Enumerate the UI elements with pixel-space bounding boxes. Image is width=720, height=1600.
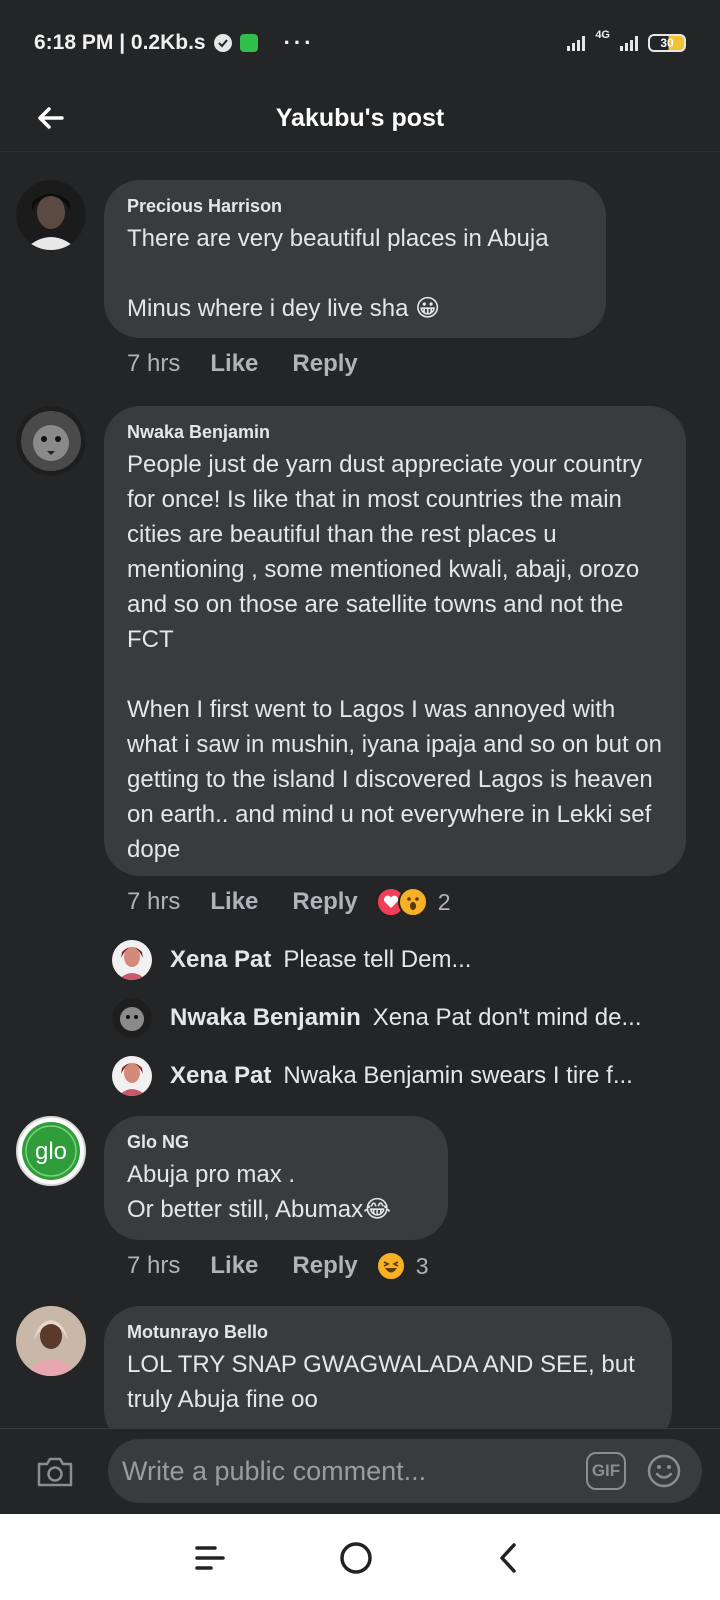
status-bar: 6:18 PM | 0.2Kb.s ··· 4G 30 <box>0 0 720 86</box>
reply-button[interactable]: Reply <box>292 1252 357 1280</box>
comment-input[interactable] <box>122 1455 552 1487</box>
reply-button[interactable]: Reply <box>292 888 357 916</box>
comment-input-container[interactable]: GIF <box>108 1439 702 1503</box>
like-button[interactable]: Like <box>210 888 258 916</box>
glo-logo: glo <box>22 1122 80 1180</box>
comment-text: LOL TRY SNAP GWAGWALADA AND SEE, but tru… <box>127 1351 635 1413</box>
reply-item[interactable]: Xena Pat Please tell Dem... <box>112 940 471 980</box>
reply-text: Nwaka Benjamin swears I tire f... <box>283 1062 633 1089</box>
glo-logo-text: glo <box>35 1138 67 1165</box>
comment-text: Abuja pro max . Or better still, Abumax😂 <box>127 1161 392 1223</box>
status-left: 6:18 PM | 0.2Kb.s ··· <box>34 30 315 56</box>
reaction-count: 2 <box>437 888 451 915</box>
battery-icon: 30 <box>648 34 686 52</box>
avatar[interactable] <box>16 1306 86 1376</box>
avatar[interactable] <box>112 940 152 980</box>
reaction-count: 3 <box>415 1252 429 1279</box>
wow-reaction-icon <box>397 887 428 917</box>
commenter-name[interactable]: Glo NG <box>127 1132 426 1153</box>
comment-actions: 7 hrs Like Reply <box>127 350 376 378</box>
recents-button[interactable] <box>188 1536 232 1580</box>
comment-time[interactable]: 7 hrs <box>127 1252 180 1280</box>
comment-text: People just de yarn dust appreciate your… <box>127 451 662 863</box>
reactions-summary[interactable]: 3 <box>375 1251 429 1281</box>
network-type: 4G <box>595 29 610 41</box>
signal-icon <box>567 35 586 51</box>
status-right: 4G 30 <box>567 30 686 52</box>
haha-reaction-icon <box>375 1251 406 1281</box>
avatar[interactable] <box>112 998 152 1038</box>
back-arrow-icon <box>38 107 64 129</box>
battery-level: 30 <box>660 36 674 50</box>
avatar[interactable] <box>112 1056 152 1096</box>
comment-time[interactable]: 7 hrs <box>127 888 180 916</box>
comment-bubble[interactable]: Glo NG Abuja pro max . Or better still, … <box>104 1116 448 1240</box>
reply-author[interactable]: Xena Pat <box>170 946 271 974</box>
back-nav-button[interactable] <box>486 1536 530 1580</box>
reply-item[interactable]: Xena Pat Nwaka Benjamin swears I tire f.… <box>112 1056 633 1096</box>
comment-time[interactable]: 7 hrs <box>127 350 180 378</box>
emoji-icon[interactable] <box>646 1453 682 1489</box>
reply-item[interactable]: Nwaka Benjamin Xena Pat don't mind de... <box>112 998 642 1038</box>
comment-bubble[interactable]: Nwaka Benjamin People just de yarn dust … <box>104 406 686 876</box>
reply-text: Xena Pat don't mind de... <box>372 1004 642 1031</box>
avatar[interactable]: glo <box>16 1116 86 1186</box>
reply-text: Please tell Dem... <box>283 946 472 973</box>
comment-bubble[interactable]: Motunrayo Bello LOL TRY SNAP GWAGWALADA … <box>104 1306 672 1428</box>
back-button[interactable] <box>28 96 72 140</box>
comment-actions: 7 hrs Like Reply 3 <box>127 1251 429 1281</box>
verified-icon <box>213 34 232 52</box>
like-button[interactable]: Like <box>210 1252 258 1280</box>
comment-composer: GIF <box>0 1428 720 1514</box>
comments-feed[interactable]: Precious Harrison There are very beautif… <box>0 152 720 1428</box>
commenter-name[interactable]: Motunrayo Bello <box>127 1322 650 1343</box>
home-circle-icon <box>340 1542 372 1574</box>
avatar[interactable] <box>16 180 86 250</box>
app-notification-icon <box>239 34 258 52</box>
comment-text: There are very beautiful places in Abuja… <box>127 225 549 322</box>
camera-button[interactable] <box>34 1451 76 1493</box>
commenter-name[interactable]: Nwaka Benjamin <box>127 422 664 443</box>
reply-button[interactable]: Reply <box>292 350 357 378</box>
reply-author[interactable]: Nwaka Benjamin <box>170 1004 361 1032</box>
signal-icon-2 <box>620 35 638 51</box>
status-time: 6:18 PM | 0.2Kb.s <box>34 31 206 54</box>
system-nav-bar <box>0 1514 720 1600</box>
commenter-name[interactable]: Precious Harrison <box>127 196 584 217</box>
home-button[interactable] <box>334 1536 378 1580</box>
comment-bubble[interactable]: Precious Harrison There are very beautif… <box>104 180 606 338</box>
reactions-summary[interactable]: 2 <box>375 887 451 917</box>
reply-author[interactable]: Xena Pat <box>170 1062 271 1090</box>
page-title: Yakubu's post <box>275 104 445 132</box>
like-button[interactable]: Like <box>210 350 258 378</box>
header: Yakubu's post <box>0 86 720 152</box>
more-notifications-icon: ··· <box>283 30 315 55</box>
menu-icon <box>195 1546 225 1570</box>
gif-button[interactable]: GIF <box>586 1452 626 1490</box>
camera-icon <box>37 1457 73 1487</box>
comment-actions: 7 hrs Like Reply 2 <box>127 887 451 917</box>
avatar[interactable] <box>16 406 86 476</box>
chevron-left-icon <box>500 1543 516 1573</box>
